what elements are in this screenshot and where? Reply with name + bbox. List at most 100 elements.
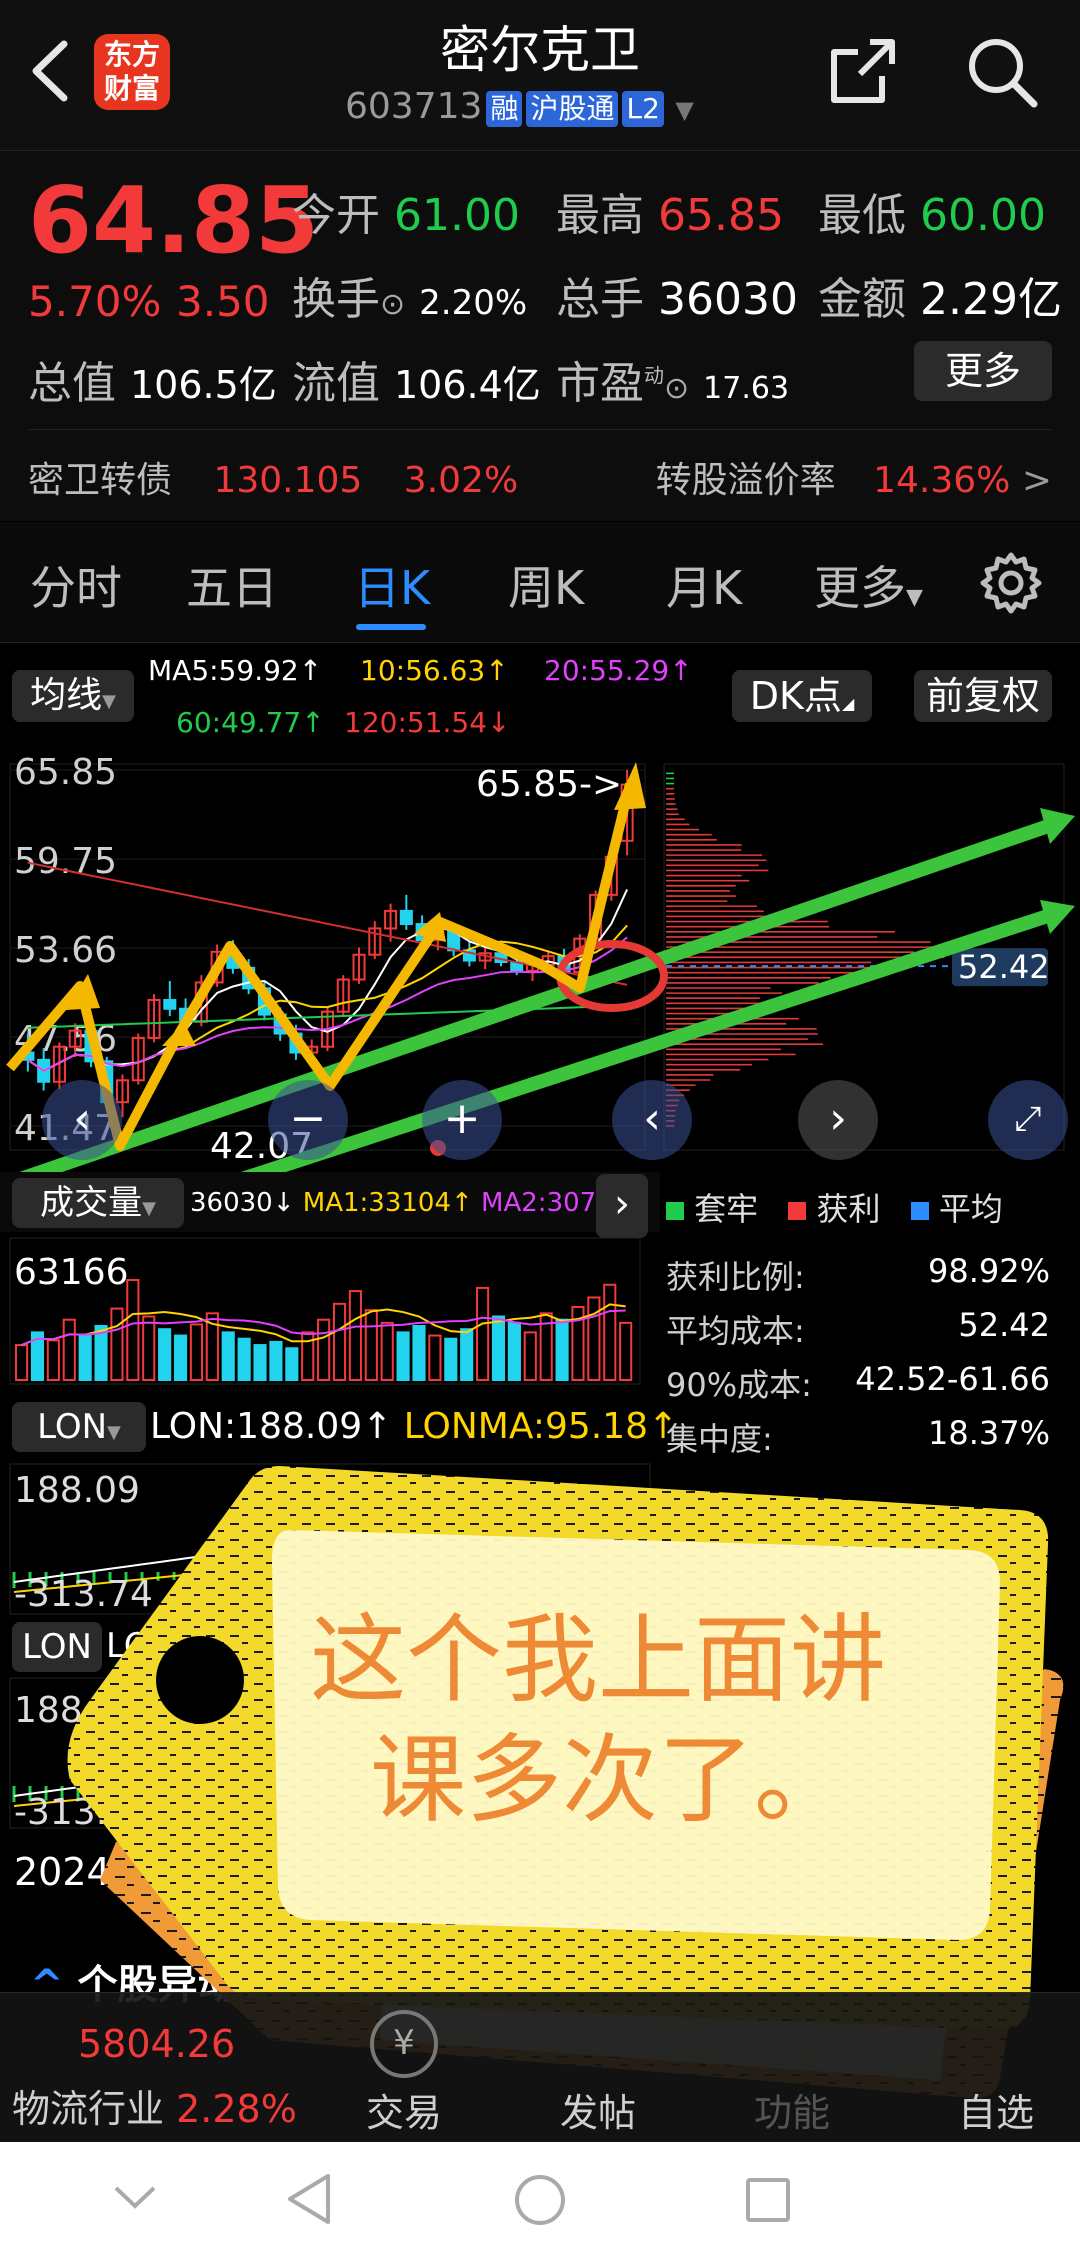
- quote-panel: 64.85 5.70% 3.50 今开 61.00 最高 65.85 最低 60…: [0, 151, 1080, 521]
- share-icon[interactable]: [826, 36, 898, 108]
- volume-bar: [126, 1279, 140, 1381]
- app-logo: 东方 财富: [94, 34, 170, 110]
- tab-more[interactable]: 更多▼: [814, 552, 923, 618]
- active-tab-indicator: [356, 624, 426, 630]
- watchlist-button[interactable]: 自选: [946, 2082, 1046, 2137]
- volume-bar: [412, 1325, 426, 1381]
- hide-keyboard-icon[interactable]: [110, 2178, 160, 2218]
- caret-down-icon: ▼: [675, 96, 694, 124]
- volume-bar: [619, 1321, 633, 1381]
- ma-select[interactable]: 均线▼: [12, 670, 134, 722]
- change-pct: 5.70%: [28, 277, 162, 326]
- ma20-readout: 20:55.29↑: [544, 654, 693, 687]
- volume-max-tick: 63166: [14, 1252, 129, 1293]
- tab-weekly-k[interactable]: 周K: [508, 552, 584, 618]
- zigzag-arrowhead: [614, 762, 646, 810]
- turnover-field: 换手⊙ 2.20%: [292, 274, 528, 325]
- tab-intraday[interactable]: 分时: [30, 552, 122, 618]
- tab-five-day[interactable]: 五日: [186, 552, 278, 618]
- search-icon[interactable]: [964, 34, 1040, 110]
- stock-code: 603713: [345, 86, 483, 127]
- volume-bar: [173, 1334, 188, 1381]
- forward-adjust-button[interactable]: 前复权: [914, 670, 1052, 722]
- volume-bar: [587, 1296, 601, 1381]
- volume-bar: [491, 1315, 506, 1381]
- page-title: 密尔克卫: [440, 21, 640, 79]
- caret-down-icon: ▼: [142, 1198, 156, 1219]
- back-arrow-icon[interactable]: [24, 36, 74, 106]
- last-price: 64.85: [28, 167, 320, 274]
- sticker-caption: 这个我上面讲 课多次了。: [310, 1604, 886, 1836]
- amount-field: 金额 2.29亿: [818, 274, 1062, 325]
- volume-bar: [237, 1337, 251, 1381]
- dk-point-button[interactable]: DK点◢: [732, 670, 872, 722]
- info-icon[interactable]: ⊙: [380, 287, 405, 322]
- volume-bar: [15, 1344, 29, 1382]
- volume-bar: [444, 1337, 458, 1381]
- function-button[interactable]: 功能: [742, 2082, 842, 2137]
- industry-index-row[interactable]: 物流行业 2.28%: [12, 2078, 297, 2133]
- industry-index-value[interactable]: 5804.26: [78, 2022, 235, 2066]
- chip-stat-90-cost: 90%成本: 42.52-61.66: [666, 1360, 1050, 1404]
- volume-bar: [476, 1286, 490, 1381]
- volume-bar: [348, 1290, 362, 1381]
- expand-indicator-button[interactable]: ›: [596, 1174, 648, 1238]
- l2-tag: L2: [622, 91, 664, 127]
- high-field: 最高 65.85: [556, 190, 784, 241]
- legend-swatch: [788, 1202, 807, 1220]
- chip-stat-profit-ratio: 获利比例: 98.92%: [666, 1252, 1050, 1296]
- trend-arrow-lower: [1040, 900, 1075, 934]
- volume-bar: [428, 1334, 442, 1381]
- chip-next-button[interactable]: ›: [798, 1080, 878, 1160]
- open-field: 今开 61.00: [292, 190, 520, 241]
- volume-bar: [158, 1328, 172, 1382]
- tab-monthly-k[interactable]: 月K: [666, 552, 742, 618]
- zoom-out-button[interactable]: −: [268, 1080, 348, 1160]
- connect-tag: 沪股通: [526, 91, 619, 127]
- home-icon[interactable]: [512, 2172, 568, 2228]
- margin-tag: 融: [486, 91, 523, 127]
- trade-button[interactable]: 交易: [354, 2082, 454, 2137]
- volume-bar: [603, 1283, 617, 1382]
- info-icon[interactable]: ⊙: [664, 371, 689, 406]
- volume-field: 总手 36030: [556, 274, 798, 325]
- volume-bar: [110, 1307, 124, 1381]
- volume-select[interactable]: 成交量▼: [12, 1178, 184, 1228]
- caret-down-icon: ▼: [102, 691, 116, 712]
- scroll-left-button[interactable]: ‹: [42, 1080, 122, 1160]
- caret-down-icon: ▼: [906, 585, 923, 610]
- volume-bar: [507, 1321, 521, 1381]
- volume-bar: [460, 1328, 474, 1382]
- market-cap-field: 总值 106.5亿: [28, 358, 277, 409]
- post-button[interactable]: 发帖: [548, 2082, 648, 2137]
- fullscreen-button[interactable]: ⤢: [988, 1080, 1068, 1160]
- volume-bar: [269, 1340, 283, 1381]
- app-header: 东方 财富 密尔克卫 603713 融沪股通 L2 ▼: [0, 0, 1080, 151]
- more-button[interactable]: 更多: [914, 341, 1052, 401]
- back-icon[interactable]: [284, 2172, 334, 2226]
- recents-icon[interactable]: [744, 2176, 792, 2224]
- zoom-in-button[interactable]: +: [422, 1080, 502, 1160]
- convertible-bond-row[interactable]: 密卫转债 130.105 3.02% 转股溢价率 14.36% >: [28, 451, 1052, 503]
- volume-bar: [78, 1334, 92, 1381]
- settings-gear-icon[interactable]: [978, 550, 1044, 616]
- ma5-readout: MA5:59.92↑: [148, 654, 323, 687]
- volume-bar: [364, 1309, 378, 1381]
- volume-bar: [523, 1331, 537, 1381]
- chevron-right-icon: >: [1021, 460, 1052, 501]
- legend-swatch: [666, 1202, 684, 1220]
- chip-stat-avg-cost: 平均成本: 52.42: [666, 1306, 1050, 1350]
- stock-code-row[interactable]: 603713 融沪股通 L2 ▼: [345, 86, 694, 127]
- change-value: 3.50: [176, 277, 270, 326]
- ma120-readout: 120:51.54↓: [344, 706, 511, 739]
- annotation-overlay: [6, 762, 1075, 1176]
- chip-prev-button[interactable]: ‹: [612, 1080, 692, 1160]
- volume-bar: [62, 1318, 76, 1381]
- volume-bar: [380, 1321, 394, 1381]
- chip-legend: 套牢 获利 平均: [666, 1184, 1003, 1230]
- pe-field: 市盈动⊙ 17.63: [556, 358, 790, 409]
- float-cap-field: 流值 106.4亿: [292, 358, 541, 409]
- tab-daily-k[interactable]: 日K: [354, 552, 430, 618]
- volume-bar: [46, 1339, 60, 1381]
- volume-bar: [189, 1323, 204, 1381]
